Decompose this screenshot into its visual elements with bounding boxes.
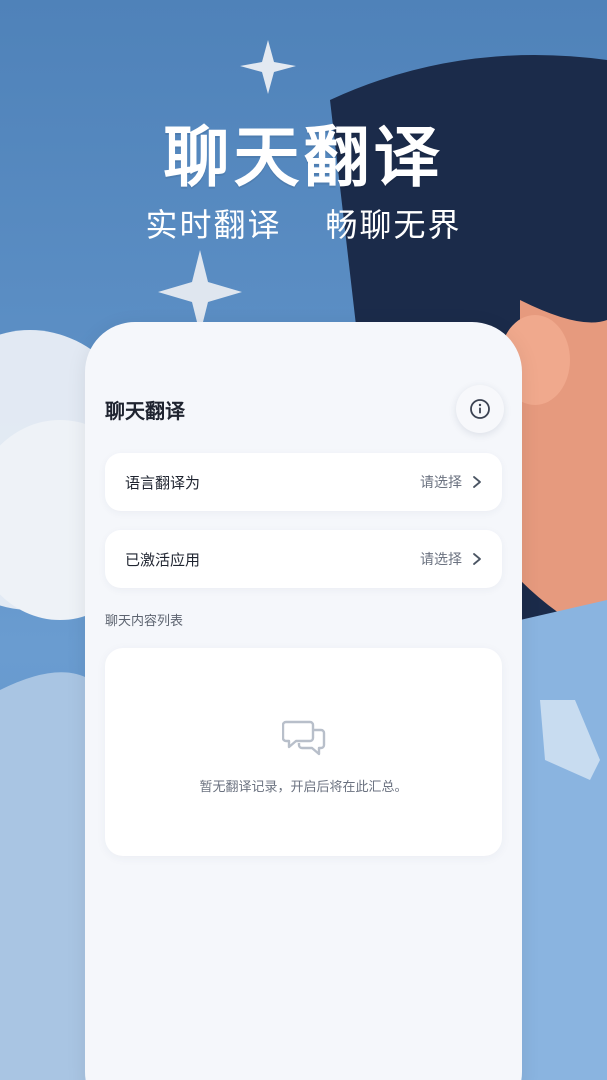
chat-bubbles-icon xyxy=(282,720,326,756)
page-title: 聊天翻译 xyxy=(105,398,185,423)
row-value: 请选择 xyxy=(420,475,462,491)
section-label: 聊天内容列表 xyxy=(105,614,184,629)
hero-subtitle-right: 畅聊无界 xyxy=(325,206,462,244)
row-right: 请选择 xyxy=(420,472,482,492)
row-label: 语言翻译为 xyxy=(125,473,201,492)
row-translate-language[interactable]: 语言翻译为 请选择 xyxy=(105,453,502,511)
empty-state-text: 暂无翻译记录，开启后将在此汇总。 xyxy=(199,780,408,795)
row-right: 请选择 xyxy=(420,549,482,569)
info-button[interactable] xyxy=(456,385,504,433)
chevron-right-icon xyxy=(473,476,481,488)
empty-state-card: 暂无翻译记录，开启后将在此汇总。 xyxy=(105,648,502,856)
info-icon xyxy=(470,399,490,419)
hero-subtitle-left: 实时翻译 xyxy=(145,206,282,244)
hero-subtitle: 实时翻译 畅聊无界 xyxy=(0,200,607,246)
sparkle-icon xyxy=(240,40,296,94)
page-header: 聊天翻译 xyxy=(105,384,504,434)
row-activated-apps[interactable]: 已激活应用 请选择 xyxy=(105,530,502,588)
phone-panel: 聊天翻译 语言翻译为 请选择 已激活应用 请选择 聊天内容列表 暂无翻译记录，开… xyxy=(85,322,522,1080)
row-value: 请选择 xyxy=(420,552,462,568)
hero-title: 聊天翻译 xyxy=(163,119,444,196)
row-label: 已激活应用 xyxy=(125,550,201,569)
chevron-right-icon xyxy=(473,553,481,565)
screen: 聊天翻译 实时翻译 畅聊无界 聊天翻译 语言翻译为 请选择 已激活应用 请选择 … xyxy=(0,0,607,1080)
